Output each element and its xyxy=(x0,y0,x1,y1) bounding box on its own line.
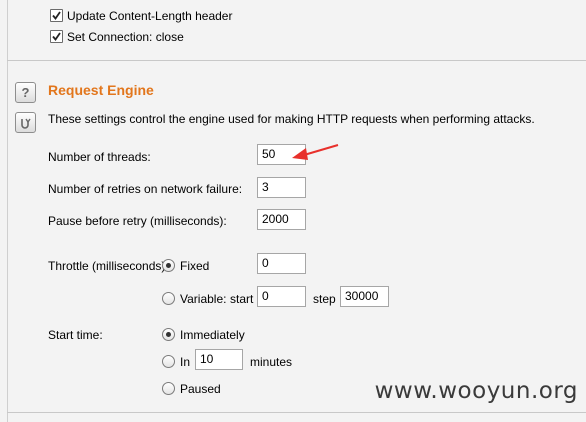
throttle-variable-radio[interactable] xyxy=(162,292,175,305)
set-connection-close-label: Set Connection: close xyxy=(67,30,184,44)
start-immediately-radio[interactable] xyxy=(162,328,175,341)
bottom-divider xyxy=(7,412,586,413)
update-content-length-checkbox[interactable] xyxy=(50,9,63,22)
retries-label: Number of retries on network failure: xyxy=(48,182,243,196)
refresh-arrow-icon xyxy=(21,118,31,129)
minutes-label: minutes xyxy=(250,355,293,369)
retries-input[interactable]: 3 xyxy=(257,177,306,198)
throttle-fixed-label: Fixed xyxy=(180,259,210,273)
throttle-fixed-input[interactable]: 0 xyxy=(257,253,306,274)
throttle-variable-label: Variable: xyxy=(180,292,227,306)
section-description: These settings control the engine used f… xyxy=(48,112,535,126)
throttle-step-input[interactable]: 30000 xyxy=(340,286,389,307)
section-title: Request Engine xyxy=(48,82,154,98)
throttle-step-label: step xyxy=(313,292,336,306)
throttle-start-input[interactable]: 0 xyxy=(257,286,306,307)
red-arrow-annotation xyxy=(292,144,339,160)
pause-retry-label: Pause before retry (milliseconds): xyxy=(48,214,227,228)
start-time-label: Start time: xyxy=(48,328,103,342)
start-paused-label: Paused xyxy=(180,382,221,396)
threads-label: Number of threads: xyxy=(48,150,151,164)
throttle-fixed-radio[interactable] xyxy=(162,259,175,272)
start-immediately-label: Immediately xyxy=(180,328,245,342)
section-divider xyxy=(7,60,586,61)
start-paused-radio[interactable] xyxy=(162,382,175,395)
watermark: www.wooyun.org xyxy=(374,378,578,404)
throttle-start-label: start xyxy=(230,292,254,306)
restore-defaults-icon[interactable] xyxy=(15,112,36,133)
set-connection-close-checkbox[interactable] xyxy=(50,30,63,43)
throttle-label: Throttle (milliseconds): xyxy=(48,259,169,273)
checkmark-icon xyxy=(52,11,61,20)
start-in-radio[interactable] xyxy=(162,355,175,368)
checkmark-icon xyxy=(52,32,61,41)
pause-retry-input[interactable]: 2000 xyxy=(257,209,306,230)
update-content-length-label: Update Content-Length header xyxy=(67,9,233,23)
left-border xyxy=(7,0,8,422)
start-in-minutes-input[interactable]: 10 xyxy=(195,349,243,370)
help-icon[interactable]: ? xyxy=(15,82,36,103)
start-in-label: In xyxy=(180,355,191,369)
